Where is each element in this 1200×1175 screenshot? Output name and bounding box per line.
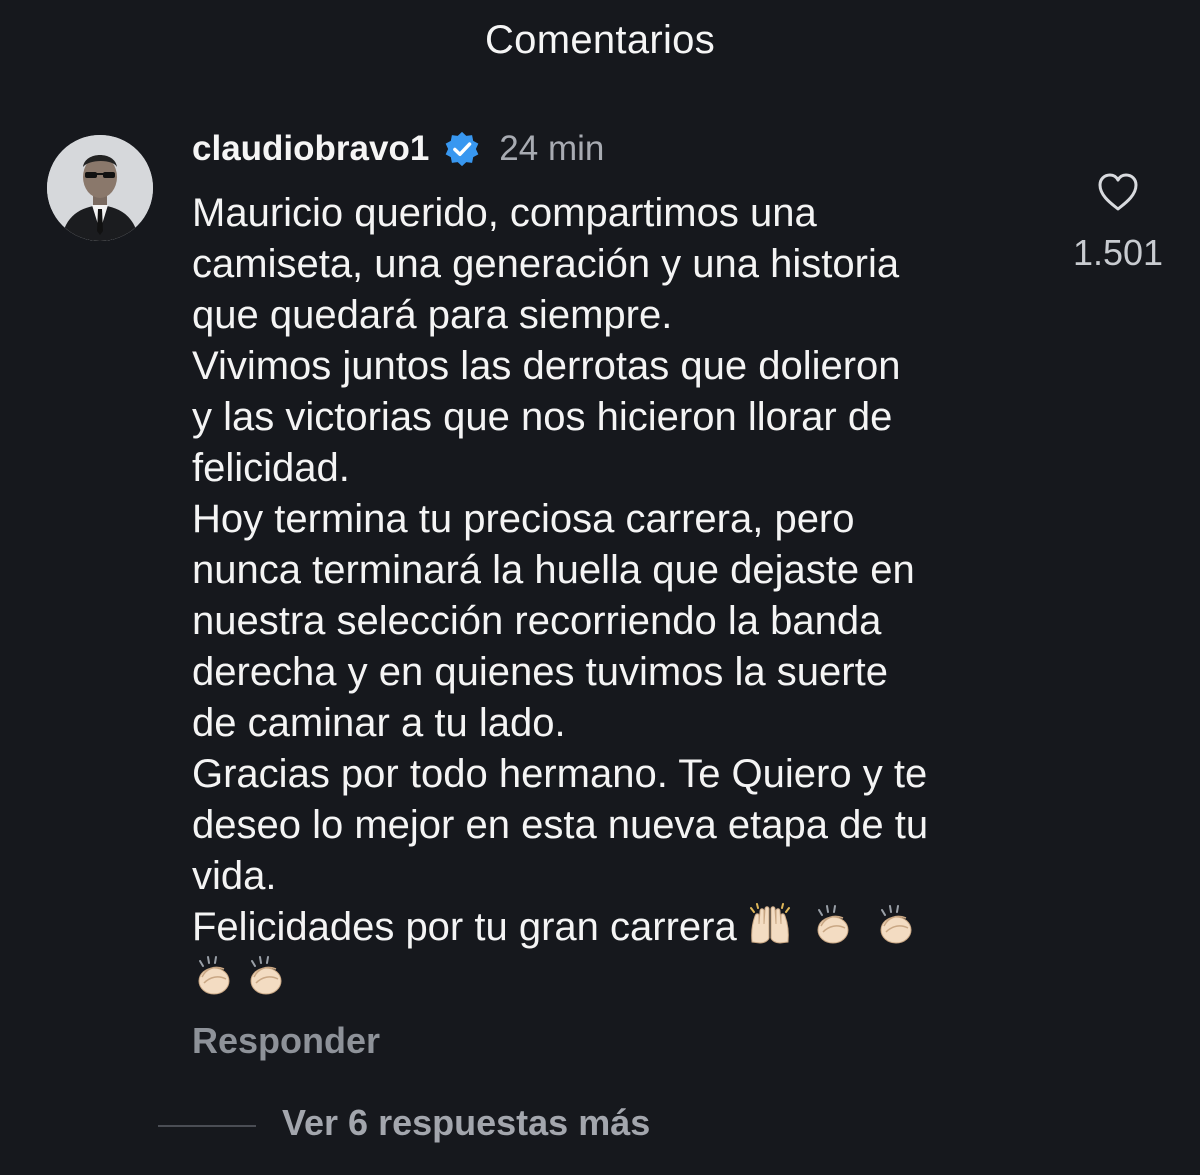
comment-line: deseo lo mejor en esta nueva etapa de tu: [192, 803, 929, 847]
comment-line: Felicidades por tu gran carrera: [192, 905, 737, 949]
comment-line: Hoy termina tu preciosa carrera, pero: [192, 497, 855, 541]
comment-timestamp: 24 min: [499, 129, 605, 168]
clapping-hands-icon: [244, 953, 288, 997]
clapping-hands-icon: [874, 902, 918, 946]
comment-line: camiseta, una generación y una historia: [192, 242, 900, 286]
like-count: 1.501: [1072, 232, 1164, 273]
comment-line: vida.: [192, 854, 277, 898]
clapping-hands-icon: [811, 902, 855, 946]
comment-header: claudiobravo1 24 min: [192, 124, 604, 174]
comment-line: nunca terminará la huella que dejaste en: [192, 548, 915, 592]
comment-line: de caminar a tu lado.: [192, 701, 566, 745]
emoji-line: [192, 953, 1062, 1004]
replies-divider: [158, 1125, 256, 1127]
heart-icon[interactable]: [1068, 168, 1168, 216]
comment-line: Mauricio querido, compartimos una: [192, 191, 817, 235]
comment-line: felicidad.: [192, 446, 350, 490]
like-control: 1.501: [1068, 168, 1168, 274]
username-link[interactable]: claudiobravo1: [192, 129, 429, 169]
comment-line: que quedará para siempre.: [192, 293, 673, 337]
verified-badge-icon: [443, 130, 481, 168]
view-more-replies-button[interactable]: Ver 6 respuestas más: [282, 1102, 650, 1144]
raised-hands-icon: [748, 902, 792, 946]
comment-line: Gracias por todo hermano. Te Quiero y te: [192, 752, 928, 796]
profile-photo: [47, 135, 153, 241]
comment-line-with-emojis: Felicidades por tu gran carrera: [192, 902, 1062, 953]
comment-line: Vivimos juntos las derrotas que dolieron: [192, 344, 901, 388]
emoji-group: [748, 902, 926, 949]
comment-line: derecha y en quienes tuvimos la suerte: [192, 650, 888, 694]
clapping-hands-icon: [192, 953, 236, 997]
comment-line: y las victorias que nos hicieron llorar …: [192, 395, 893, 439]
comment-line: nuestra selección recorriendo la banda: [192, 599, 882, 643]
avatar[interactable]: [47, 135, 153, 241]
page-title: Comentarios: [484, 18, 716, 62]
comment-text: Mauricio querido, compartimos una camise…: [192, 188, 1062, 1004]
reply-button[interactable]: Responder: [192, 1020, 380, 1062]
